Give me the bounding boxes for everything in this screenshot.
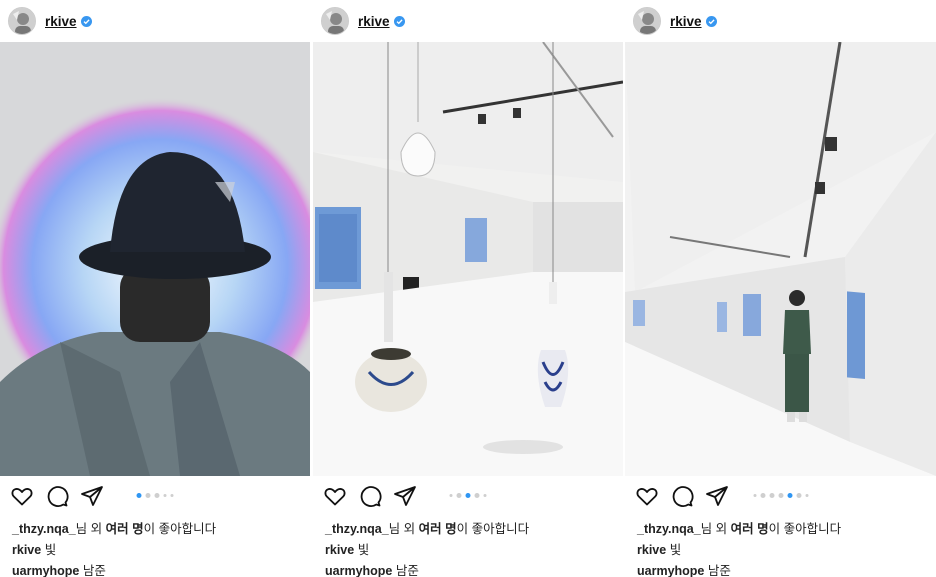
likes-suffix: 이 좋아합니다 — [143, 522, 217, 536]
carousel-indicator — [136, 493, 174, 498]
post-photo[interactable] — [625, 42, 936, 476]
likes-summary: _thzy.nqa_님 외 여러 명이 좋아합니다 — [12, 518, 216, 537]
caption-text: 빛 — [357, 543, 370, 557]
post-header: rkive — [625, 0, 936, 42]
send-icon[interactable] — [80, 484, 104, 508]
heart-icon[interactable] — [635, 484, 659, 508]
liked-by-user[interactable]: _thzy.nqa_ — [325, 522, 389, 536]
comment-username[interactable]: uarmyhope — [637, 564, 704, 577]
verified-badge-icon — [80, 15, 92, 27]
caption-text: 빛 — [669, 543, 682, 557]
likes-summary: _thzy.nqa_님 외 여러 명이 좋아합니다 — [637, 518, 841, 537]
comment-preview: uarmyhope 남준 — [12, 560, 106, 577]
comment-icon[interactable] — [358, 484, 382, 508]
post-username[interactable]: rkive — [358, 14, 390, 29]
post-card-3: rkive _thzy.nqa_님 외 여러 명이 좋아합니다 rkive 빛 … — [625, 0, 936, 577]
comment-icon[interactable] — [670, 484, 694, 508]
post-username[interactable]: rkive — [45, 14, 77, 29]
verified-badge-icon — [393, 15, 405, 27]
post-card-1: rkive _thzy.nqa_님 외 여러 명이 좋아합니다 rkive 빛 … — [0, 0, 310, 577]
post-header: rkive — [313, 0, 623, 42]
post-photo[interactable] — [0, 42, 310, 476]
caption-username[interactable]: rkive — [325, 543, 354, 557]
post-caption: rkive 빛 — [12, 539, 56, 558]
comment-username[interactable]: uarmyhope — [325, 564, 392, 577]
caption-text: 빛 — [44, 543, 57, 557]
likes-others[interactable]: 여러 명 — [106, 522, 144, 536]
likes-others[interactable]: 여러 명 — [731, 522, 769, 536]
likes-connector: 님 외 — [388, 522, 419, 536]
carousel-indicator — [449, 493, 487, 498]
avatar[interactable] — [321, 7, 349, 35]
heart-icon[interactable] — [323, 484, 347, 508]
post-card-2: rkive _thzy.nqa_님 외 여러 명이 좋아합니다 rkive 빛 … — [313, 0, 623, 577]
likes-others[interactable]: 여러 명 — [419, 522, 457, 536]
likes-suffix: 이 좋아합니다 — [768, 522, 842, 536]
caption-username[interactable]: rkive — [637, 543, 666, 557]
likes-connector: 님 외 — [75, 522, 106, 536]
post-header: rkive — [0, 0, 310, 42]
caption-username[interactable]: rkive — [12, 543, 41, 557]
heart-icon[interactable] — [10, 484, 34, 508]
comment-text: 남준 — [707, 564, 731, 577]
avatar[interactable] — [8, 7, 36, 35]
likes-summary: _thzy.nqa_님 외 여러 명이 좋아합니다 — [325, 518, 529, 537]
likes-connector: 님 외 — [700, 522, 731, 536]
post-actions — [635, 484, 926, 508]
send-icon[interactable] — [705, 484, 729, 508]
verified-badge-icon — [705, 15, 717, 27]
post-photo[interactable] — [313, 42, 623, 476]
send-icon[interactable] — [393, 484, 417, 508]
post-actions — [10, 484, 300, 508]
comment-icon[interactable] — [45, 484, 69, 508]
avatar[interactable] — [633, 7, 661, 35]
post-caption: rkive 빛 — [325, 539, 369, 558]
comment-preview: uarmyhope 남준 — [325, 560, 419, 577]
comment-preview: uarmyhope 남준 — [637, 560, 731, 577]
post-actions — [323, 484, 613, 508]
comment-username[interactable]: uarmyhope — [12, 564, 79, 577]
liked-by-user[interactable]: _thzy.nqa_ — [637, 522, 701, 536]
post-caption: rkive 빛 — [637, 539, 681, 558]
liked-by-user[interactable]: _thzy.nqa_ — [12, 522, 76, 536]
post-username[interactable]: rkive — [670, 14, 702, 29]
likes-suffix: 이 좋아합니다 — [456, 522, 530, 536]
comment-text: 남준 — [82, 564, 106, 577]
comment-text: 남준 — [395, 564, 419, 577]
carousel-indicator — [753, 493, 808, 498]
